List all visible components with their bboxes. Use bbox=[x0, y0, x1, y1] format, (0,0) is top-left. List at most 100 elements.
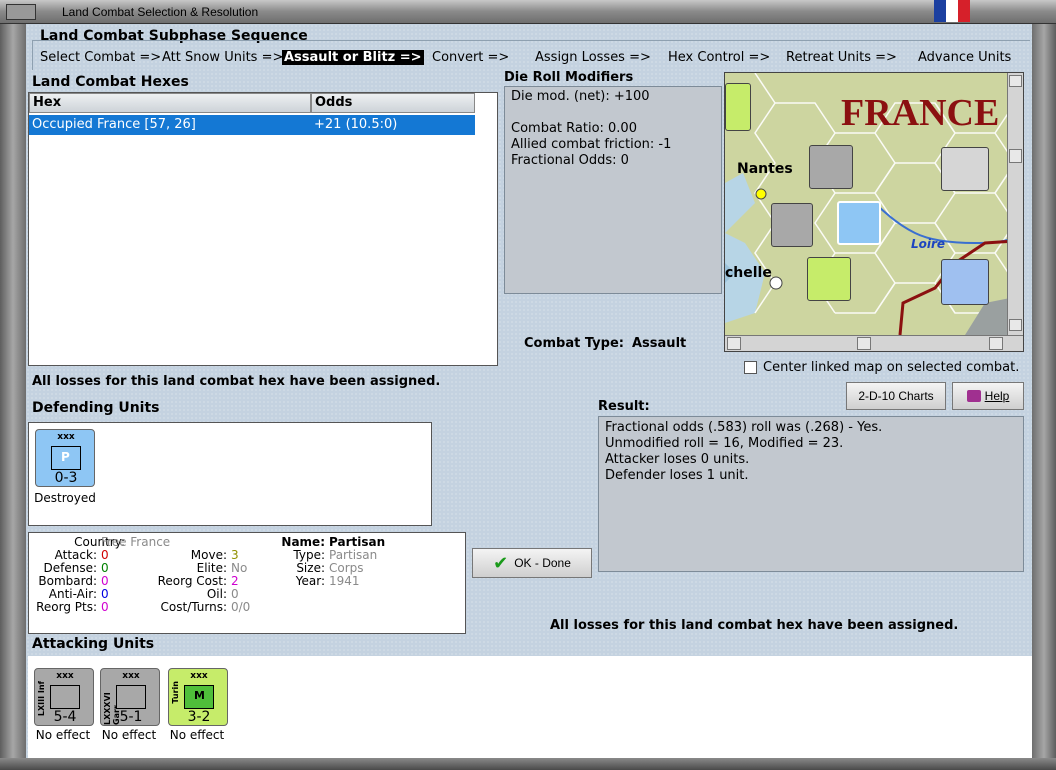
right-frame-rail bbox=[1032, 24, 1056, 770]
reorg-pts-value: 0 bbox=[101, 600, 109, 614]
garrison-symbol-icon bbox=[116, 685, 146, 709]
unit-side-label: Turin bbox=[171, 681, 180, 704]
result-line: Attacker loses 0 units. bbox=[605, 452, 750, 467]
combat-type-label: Combat Type: bbox=[524, 336, 624, 351]
result-heading: Result: bbox=[598, 399, 650, 414]
infantry-symbol-icon bbox=[50, 685, 80, 709]
cost-turns-value: 0/0 bbox=[231, 600, 251, 614]
step-convert: Convert => bbox=[432, 50, 510, 65]
step-assign-losses: Assign Losses => bbox=[535, 50, 651, 65]
hscroll-thumb[interactable] bbox=[857, 337, 871, 350]
step-hex-control: Hex Control => bbox=[668, 50, 771, 65]
attacking-units-panel: xxx LXIII Inf 5-4 No effect xxx LXXXVI G… bbox=[28, 656, 1032, 758]
map-unit-garr[interactable] bbox=[809, 145, 853, 189]
help-button-label: Help bbox=[984, 389, 1010, 403]
defending-heading: Defending Units bbox=[32, 400, 160, 416]
ok-done-button[interactable]: ✔ OK - Done bbox=[472, 548, 592, 578]
ok-done-label: OK - Done bbox=[514, 556, 571, 570]
scroll-down-icon[interactable] bbox=[1009, 319, 1022, 331]
linked-map[interactable]: FRANCE Nantes Loire chelle bbox=[724, 72, 1024, 352]
bottom-frame-rail bbox=[0, 758, 1056, 770]
country-value: Free France bbox=[101, 535, 171, 549]
losses-note-bottom: All losses for this land combat hex have… bbox=[550, 618, 959, 633]
unit-status: Destroyed bbox=[34, 491, 96, 505]
result-line: Fractional odds (.583) roll was (.268) -… bbox=[605, 420, 883, 435]
unit-symbol: P bbox=[61, 450, 70, 464]
hexes-heading: Land Combat Hexes bbox=[32, 74, 189, 90]
map-unit-blue-54[interactable] bbox=[941, 259, 989, 305]
result-line: Defender loses 1 unit. bbox=[605, 468, 749, 483]
die-heading: Die Roll Modifiers bbox=[504, 70, 634, 85]
die-line: Combat Ratio: 0.00 bbox=[511, 121, 637, 136]
unit-strength: 3-2 bbox=[187, 709, 211, 725]
year-value: 1941 bbox=[329, 574, 360, 588]
die-line: Fractional Odds: 0 bbox=[511, 153, 629, 168]
scroll-up-icon[interactable] bbox=[1009, 75, 1022, 87]
left-frame-rail bbox=[0, 24, 26, 770]
year-label: Year: bbox=[295, 574, 325, 588]
defender-unit-counter[interactable]: xxx P 0-3 bbox=[35, 429, 95, 487]
window-title: Land Combat Selection & Resolution bbox=[62, 5, 259, 19]
cell-odds: +21 (10.5:0) bbox=[314, 117, 398, 132]
map-label-chelle: chelle bbox=[725, 265, 772, 281]
attacker-unit-counter[interactable]: xxx Turin M 3-2 bbox=[168, 668, 228, 726]
scroll-left-icon[interactable] bbox=[727, 337, 741, 350]
hexes-table[interactable]: Hex Odds Occupied France [57, 26] +21 (1… bbox=[28, 92, 498, 366]
step-assault-or-blitz: Assault or Blitz => bbox=[282, 50, 424, 65]
attacking-heading: Attacking Units bbox=[32, 636, 155, 652]
unit-strength: 5-1 bbox=[119, 709, 143, 725]
map-unit-edge[interactable] bbox=[725, 83, 751, 131]
center-map-checkbox[interactable] bbox=[744, 361, 757, 374]
france-flag-icon bbox=[934, 0, 970, 22]
title-bar[interactable]: Land Combat Selection & Resolution bbox=[0, 0, 1056, 24]
die-line: Allied combat friction: -1 bbox=[511, 137, 672, 152]
map-unit-inf[interactable] bbox=[771, 203, 813, 247]
die-modifiers-panel: Die mod. (net): +100 Combat Ratio: 0.00 … bbox=[504, 86, 722, 294]
map-hscrollbar[interactable] bbox=[725, 335, 1023, 351]
col-hex-header[interactable]: Hex bbox=[29, 93, 311, 113]
window-menu-icon[interactable] bbox=[6, 4, 36, 20]
vscroll-thumb[interactable] bbox=[1009, 149, 1022, 163]
combat-type-value: Assault bbox=[632, 336, 687, 351]
cell-hex: Occupied France [57, 26] bbox=[32, 117, 196, 132]
unit-status: No effect bbox=[101, 728, 157, 742]
unit-size: xxx bbox=[56, 671, 74, 681]
die-line-spacer bbox=[511, 105, 715, 121]
unit-size: xxx bbox=[122, 671, 140, 681]
defending-units-panel: xxx P 0-3 Destroyed bbox=[28, 422, 432, 526]
map-label-loire: Loire bbox=[911, 237, 946, 251]
mountain-symbol-icon: M bbox=[184, 685, 214, 709]
unit-size: xxx bbox=[57, 432, 75, 442]
checkmark-icon: ✔ bbox=[493, 552, 509, 573]
result-panel: Fractional odds (.583) roll was (.268) -… bbox=[598, 416, 1024, 572]
scroll-right-icon[interactable] bbox=[989, 337, 1003, 350]
partisan-symbol-icon: P bbox=[51, 446, 81, 470]
map-unit-partisan[interactable] bbox=[837, 201, 881, 245]
table-row[interactable]: Occupied France [57, 26] +21 (10.5:0) bbox=[29, 115, 475, 135]
losses-note-top: All losses for this land combat hex have… bbox=[32, 374, 441, 389]
attacker-unit-counter[interactable]: xxx LXIII Inf 5-4 bbox=[34, 668, 94, 726]
map-label-france: FRANCE bbox=[841, 92, 1000, 134]
unit-size: xxx bbox=[190, 671, 208, 681]
unit-strength: 5-4 bbox=[53, 709, 77, 725]
unit-strength: 0-3 bbox=[54, 470, 78, 486]
help-book-icon bbox=[966, 390, 981, 402]
unit-status: No effect bbox=[35, 728, 91, 742]
result-line: Unmodified roll = 16, Modified = 23. bbox=[605, 436, 844, 451]
help-button[interactable]: Help bbox=[952, 382, 1024, 410]
cost-turns-label: Cost/Turns: bbox=[160, 600, 227, 614]
reorg-pts-label: Reorg Pts: bbox=[36, 600, 97, 614]
map-unit-turin[interactable] bbox=[807, 257, 851, 301]
step-select-combat: Select Combat => bbox=[40, 50, 162, 65]
map-vscrollbar[interactable] bbox=[1007, 73, 1023, 335]
center-map-label: Center linked map on selected combat. bbox=[763, 360, 1020, 375]
attacker-unit-counter[interactable]: xxx LXXXVI Garr 5-1 bbox=[100, 668, 160, 726]
unit-details-panel: Country: Free France Attack: 0 Defense: … bbox=[28, 532, 466, 634]
map-unit-grey-72[interactable] bbox=[941, 147, 989, 191]
unit-status: No effect bbox=[169, 728, 225, 742]
col-odds-header[interactable]: Odds bbox=[311, 93, 475, 113]
step-retreat-units: Retreat Units => bbox=[786, 50, 897, 65]
die-line: Die mod. (net): +100 bbox=[511, 89, 650, 104]
charts-button[interactable]: 2-D-10 Charts bbox=[846, 382, 946, 410]
map-label-nantes: Nantes bbox=[737, 161, 793, 177]
